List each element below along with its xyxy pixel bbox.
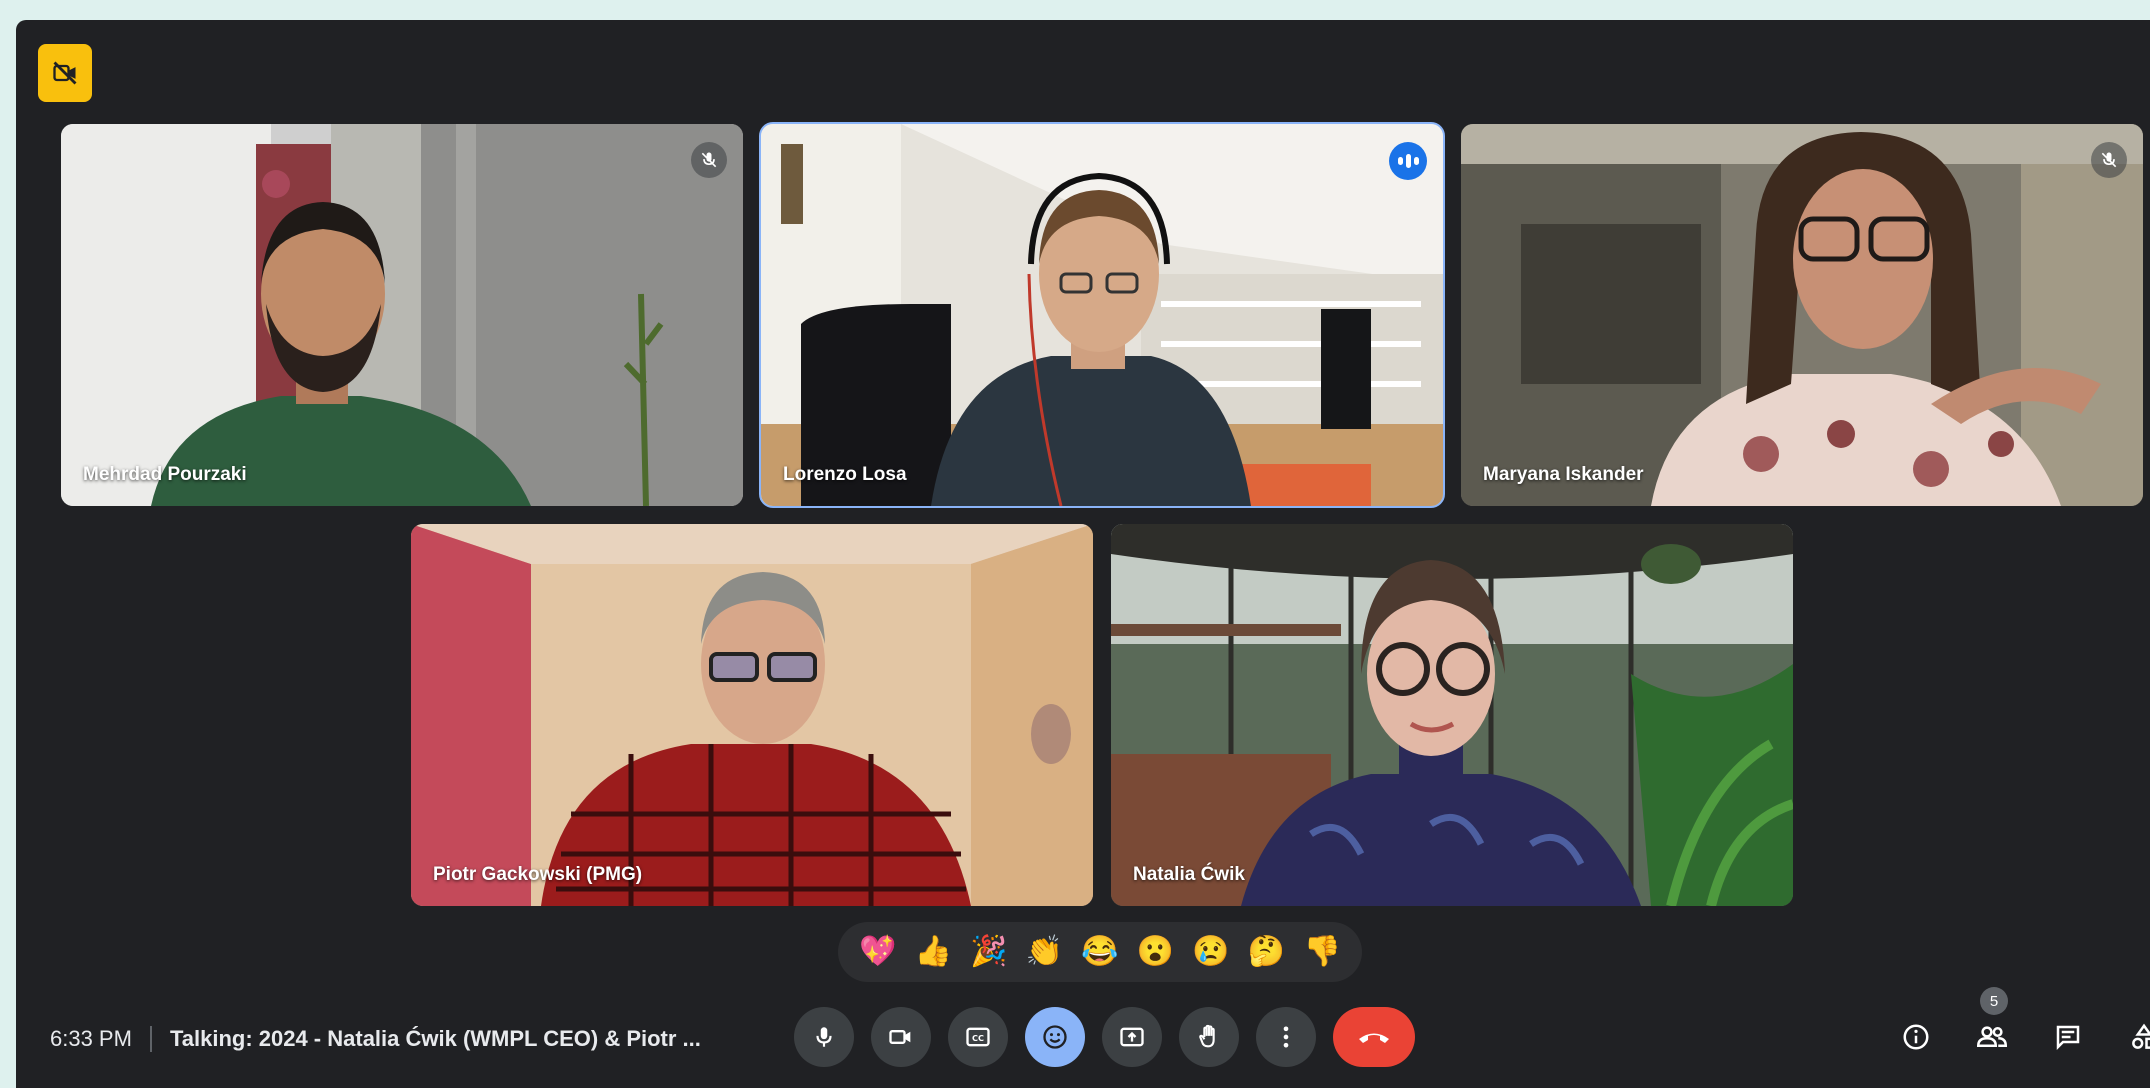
captions-button[interactable]: CC <box>948 1007 1008 1067</box>
camera-button[interactable] <box>871 1007 931 1067</box>
chat-button[interactable] <box>2048 1017 2088 1057</box>
microphone-icon <box>816 1027 832 1047</box>
participant-figure <box>541 572 971 906</box>
reaction-thinking[interactable]: 🤔 <box>1248 937 1285 967</box>
reaction-bar: 💖 👍 🎉 👏 😂 😮 😢 🤔 👎 <box>838 922 1362 982</box>
emoji-reactions-button[interactable] <box>1025 1007 1085 1067</box>
emoji-icon <box>1043 1025 1067 1049</box>
participant-figure <box>1651 132 2101 506</box>
call-controls: CC <box>794 1006 1415 1068</box>
participant-name: Piotr Gackowski (PMG) <box>433 864 643 885</box>
participant-figure <box>151 202 531 506</box>
reaction-thumbs-up[interactable]: 👍 <box>915 937 952 967</box>
participant-name: Maryana Iskander <box>1483 464 1644 485</box>
activities-button[interactable] <box>2124 1017 2150 1057</box>
captions-icon: CC <box>966 1027 990 1047</box>
reaction-sad[interactable]: 😢 <box>1192 937 1229 967</box>
participant-figure <box>931 172 1251 506</box>
participant-tile[interactable]: Natalia Ćwik <box>1111 524 1793 906</box>
reaction-heart[interactable]: 💖 <box>859 937 896 967</box>
participant-tile[interactable]: Piotr Gackowski (PMG) <box>411 524 1093 906</box>
participant-tile[interactable]: Mehrdad Pourzaki <box>61 124 743 506</box>
more-options-icon <box>1283 1026 1289 1048</box>
speaking-indicator <box>1389 142 1427 180</box>
mic-off-icon <box>701 152 717 168</box>
people-button[interactable]: 5 <box>1972 987 2012 1057</box>
meeting-details-button[interactable] <box>1896 1017 1936 1057</box>
people-count-badge: 5 <box>1980 987 2008 1015</box>
activities-icon <box>2132 1023 2150 1049</box>
raise-hand-button[interactable] <box>1179 1007 1239 1067</box>
microphone-button[interactable] <box>794 1007 854 1067</box>
info-icon <box>1903 1024 1929 1050</box>
present-button[interactable] <box>1102 1007 1162 1067</box>
svg-text:CC: CC <box>972 1033 984 1043</box>
muted-indicator <box>691 142 727 178</box>
participant-figure <box>1241 560 1641 906</box>
participant-name: Mehrdad Pourzaki <box>83 464 247 485</box>
reaction-clap[interactable]: 👏 <box>1026 937 1063 967</box>
participant-name: Lorenzo Losa <box>783 464 907 485</box>
raise-hand-icon <box>1199 1024 1215 1048</box>
camera-icon <box>889 1030 911 1044</box>
reaction-laugh[interactable]: 😂 <box>1081 937 1118 967</box>
meet-window: Mehrdad Pourzaki Lorenzo Losa Maryana Is… <box>16 20 2150 1088</box>
reaction-party[interactable]: 🎉 <box>970 937 1007 967</box>
camera-off-icon <box>53 61 77 85</box>
camera-off-indicator[interactable] <box>38 44 92 102</box>
leave-call-button[interactable] <box>1333 1007 1415 1067</box>
reaction-thumbs-down[interactable]: 👎 <box>1303 937 1340 967</box>
participant-tile[interactable]: Lorenzo Losa <box>759 122 1445 508</box>
reaction-surprised[interactable]: 😮 <box>1137 937 1174 967</box>
meeting-info: 6:33 PM Talking: 2024 - Natalia Ćwik (WM… <box>50 1026 701 1052</box>
side-actions: 5 <box>1896 987 2150 1062</box>
participant-name: Natalia Ćwik <box>1133 864 1245 885</box>
divider <box>149 1026 152 1052</box>
participant-tile[interactable]: Maryana Iskander <box>1461 124 2143 506</box>
chat-icon <box>2056 1025 2080 1051</box>
meeting-title: Talking: 2024 - Natalia Ćwik (WMPL CEO) … <box>169 1026 701 1051</box>
hang-up-icon <box>1359 1033 1389 1043</box>
present-icon <box>1120 1027 1144 1047</box>
muted-indicator <box>2091 142 2127 178</box>
people-icon <box>1976 1026 2008 1047</box>
mic-off-icon <box>2101 152 2117 168</box>
more-options-button[interactable] <box>1256 1007 1316 1067</box>
clock: 6:33 PM <box>50 1026 132 1051</box>
